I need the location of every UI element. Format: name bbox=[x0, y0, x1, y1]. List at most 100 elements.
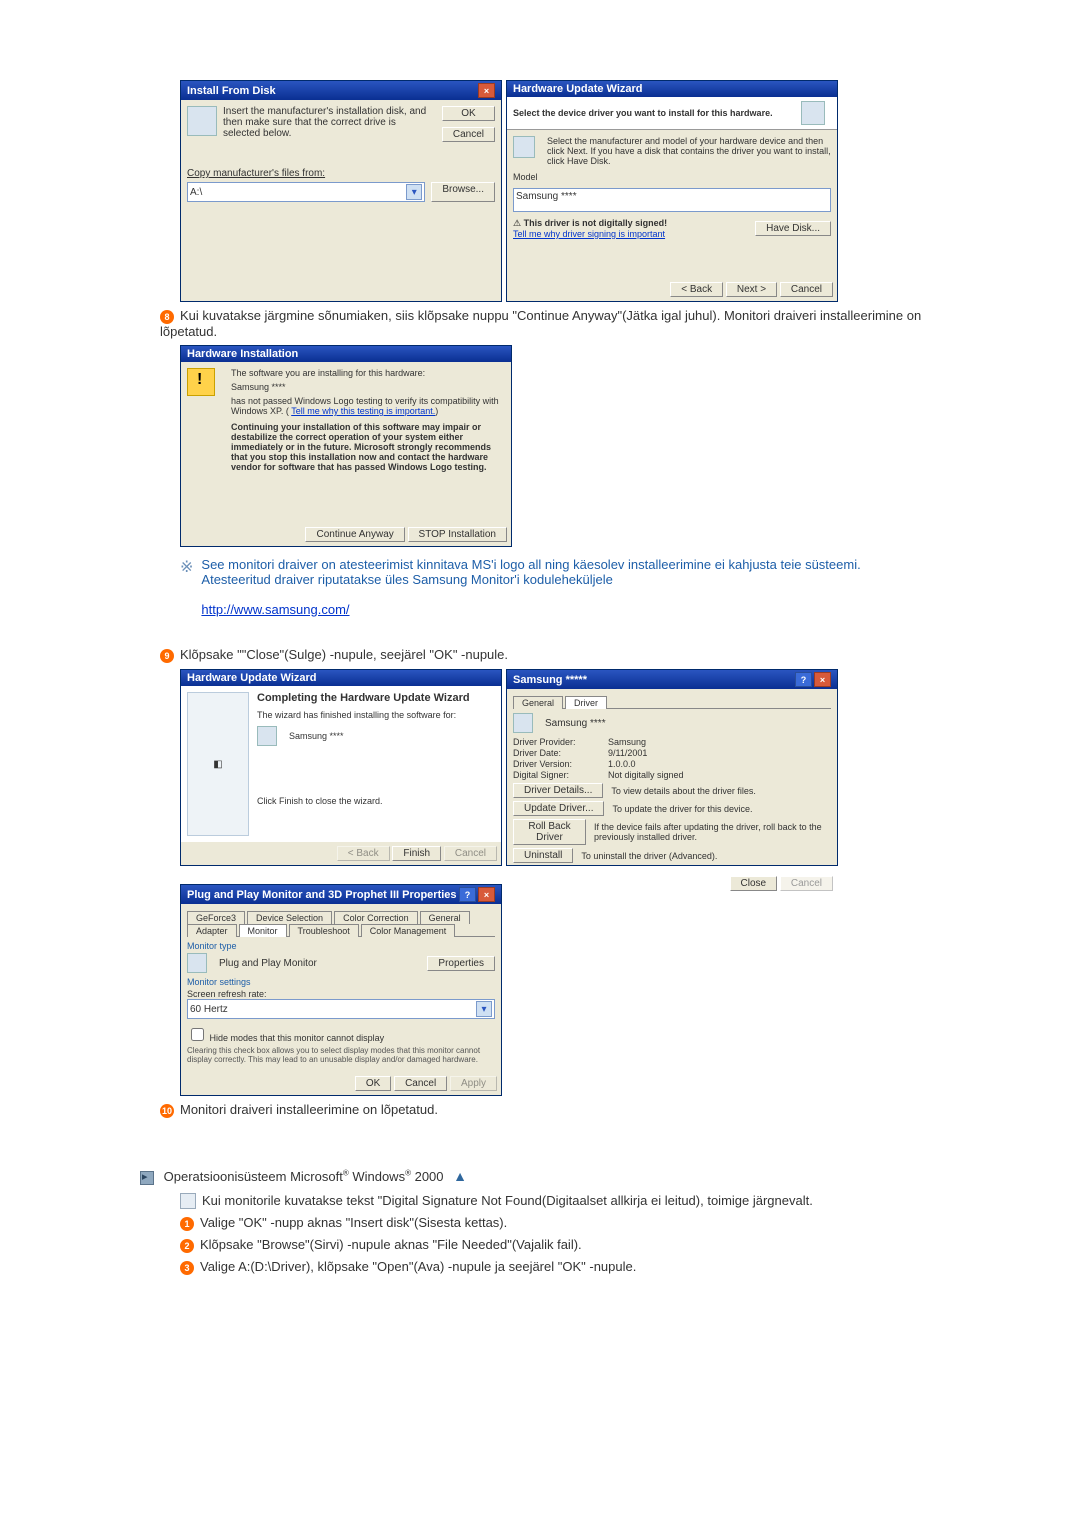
step9-text: Klõpsake ""Close"(Sulge) -nupule, seejär… bbox=[180, 647, 508, 662]
refresh-rate-dropdown[interactable]: 60 Hertz ▾ bbox=[187, 999, 495, 1019]
model-label: Model bbox=[513, 172, 831, 182]
driver-details-button[interactable]: Driver Details... bbox=[513, 783, 603, 798]
properties-button[interactable]: Properties bbox=[427, 956, 495, 971]
close-icon[interactable]: × bbox=[478, 83, 495, 98]
win2000-s3: Valige A:(D:\Driver), klõpsake "Open"(Av… bbox=[200, 1259, 636, 1274]
step-number: 2 bbox=[180, 1239, 194, 1253]
finish-button[interactable]: Finish bbox=[392, 846, 441, 861]
back-button: < Back bbox=[337, 846, 390, 861]
step10-text: Monitori draiveri installeerimine on lõp… bbox=[180, 1102, 438, 1117]
chevron-down-icon: ▾ bbox=[476, 1001, 492, 1017]
tab-driver[interactable]: Driver bbox=[565, 696, 607, 709]
cancel-button[interactable]: Cancel bbox=[394, 1076, 447, 1091]
tab-general[interactable]: General bbox=[420, 911, 470, 924]
hide-modes-label: Hide modes that this monitor cannot disp… bbox=[210, 1033, 385, 1043]
rollback-driver-button[interactable]: Roll Back Driver bbox=[513, 819, 586, 845]
dialog-title: Install From Disk bbox=[187, 85, 276, 97]
tell-why-link[interactable]: Tell me why driver signing is important bbox=[513, 229, 665, 239]
hide-modes-desc: Clearing this check box allows you to se… bbox=[187, 1046, 495, 1064]
tab-monitor[interactable]: Monitor bbox=[239, 924, 287, 937]
dialog-title: Hardware Update Wizard bbox=[513, 83, 643, 95]
win2000-s2: Klõpsake "Browse"(Sirvi) -nupule aknas "… bbox=[200, 1237, 582, 1252]
driver-properties-dialog: Samsung ***** ? × General Driver Samsung… bbox=[506, 669, 838, 866]
tab-troubleshoot[interactable]: Troubleshoot bbox=[289, 924, 359, 937]
tab-geforce3[interactable]: GeForce3 bbox=[187, 911, 245, 924]
click-finish-text: Click Finish to close the wizard. bbox=[257, 796, 495, 806]
install-from-disk-dialog: Install From Disk × Insert the manufactu… bbox=[180, 80, 502, 302]
wizard-complete-device: Samsung **** bbox=[289, 731, 344, 741]
warning-icon bbox=[187, 368, 215, 396]
hw-install-device: Samsung **** bbox=[231, 382, 505, 392]
help-icon[interactable]: ? bbox=[459, 887, 476, 902]
info-icon bbox=[180, 1193, 196, 1209]
dialog-title: Samsung ***** bbox=[513, 674, 587, 686]
win2000-intro: Kui monitorile kuvatakse tekst "Digital … bbox=[202, 1193, 813, 1209]
stop-installation-button[interactable]: STOP Installation bbox=[408, 527, 507, 542]
monitor-type-label: Monitor type bbox=[187, 941, 495, 951]
ok-button[interactable]: OK bbox=[442, 106, 495, 121]
tab-device-selection[interactable]: Device Selection bbox=[247, 911, 332, 924]
device-icon bbox=[801, 101, 825, 125]
cancel-button: Cancel bbox=[444, 846, 497, 861]
cancel-button[interactable]: Cancel bbox=[780, 282, 833, 297]
have-disk-button[interactable]: Have Disk... bbox=[755, 221, 831, 236]
dialog-title: Hardware Update Wizard bbox=[187, 672, 317, 684]
testing-important-link[interactable]: Tell me why this testing is important. bbox=[291, 406, 435, 416]
back-button[interactable]: < Back bbox=[670, 282, 723, 297]
cancel-button[interactable]: Cancel bbox=[442, 127, 495, 142]
update-driver-button[interactable]: Update Driver... bbox=[513, 801, 604, 816]
step-number: 1 bbox=[180, 1217, 194, 1231]
wizard-subtitle: Select the device driver you want to ins… bbox=[513, 108, 773, 118]
monitor-type-value: Plug and Play Monitor bbox=[219, 958, 317, 969]
hw-install-warning: Continuing your installation of this sof… bbox=[231, 422, 505, 472]
os-heading: Operatsioonisüsteem Microsoft® Windows® … bbox=[164, 1169, 448, 1184]
next-button[interactable]: Next > bbox=[726, 282, 777, 297]
samsung-link[interactable]: http://www.samsung.com/ bbox=[201, 602, 349, 617]
step8-text: Kui kuvatakse järgmine sõnumiaken, siis … bbox=[160, 308, 921, 339]
note-mark-icon: ※ bbox=[180, 557, 193, 617]
device-name: Samsung **** bbox=[545, 718, 606, 729]
tab-color-management[interactable]: Color Management bbox=[361, 924, 456, 937]
help-icon[interactable]: ? bbox=[795, 672, 812, 687]
win2000-s1: Valige "OK" -nupp aknas "Insert disk"(Si… bbox=[200, 1215, 507, 1230]
close-button[interactable]: Close bbox=[730, 876, 778, 891]
hw-install-line1: The software you are installing for this… bbox=[231, 368, 505, 378]
monitor-properties-dialog: Plug and Play Monitor and 3D Prophet III… bbox=[180, 884, 502, 1096]
monitor-icon bbox=[257, 726, 277, 746]
step-number: 9 bbox=[160, 649, 174, 663]
note-line2: Atesteeritud draiver riputatakse üles Sa… bbox=[201, 572, 860, 587]
wizard-body: Select the manufacturer and model of you… bbox=[547, 136, 831, 166]
monitor-settings-label: Monitor settings bbox=[187, 977, 495, 987]
hardware-update-wizard-dialog: Hardware Update Wizard Select the device… bbox=[506, 80, 838, 302]
disk-icon bbox=[187, 106, 217, 136]
tab-adapter[interactable]: Adapter bbox=[187, 924, 237, 937]
titlebar: Install From Disk × bbox=[181, 81, 501, 100]
cancel-button: Cancel bbox=[780, 876, 833, 891]
uninstall-button[interactable]: Uninstall bbox=[513, 848, 573, 863]
wizard-complete-heading: Completing the Hardware Update Wizard bbox=[257, 692, 495, 704]
monitor-icon bbox=[513, 713, 533, 733]
copy-from-label: Copy manufacturer's files from: bbox=[187, 168, 495, 179]
continue-anyway-button[interactable]: Continue Anyway bbox=[305, 527, 404, 542]
not-signed-text: This driver is not digitally signed! bbox=[524, 218, 668, 228]
browse-button[interactable]: Browse... bbox=[431, 182, 495, 202]
tab-color-correction[interactable]: Color Correction bbox=[334, 911, 418, 924]
ok-button[interactable]: OK bbox=[355, 1076, 391, 1091]
hide-modes-checkbox[interactable] bbox=[191, 1028, 204, 1041]
tab-general[interactable]: General bbox=[513, 696, 563, 709]
note-line1: See monitori draiver on atesteerimist ki… bbox=[201, 557, 860, 572]
model-list[interactable]: Samsung **** bbox=[513, 188, 831, 212]
step-number: 3 bbox=[180, 1261, 194, 1275]
close-icon[interactable]: × bbox=[814, 672, 831, 687]
titlebar: Hardware Update Wizard bbox=[181, 670, 501, 686]
titlebar: Hardware Installation bbox=[181, 346, 511, 362]
info-icon bbox=[513, 136, 535, 158]
dialog-title: Hardware Installation bbox=[187, 348, 298, 360]
up-triangle-icon[interactable]: ▲ bbox=[453, 1168, 467, 1184]
step-number: 8 bbox=[160, 310, 174, 324]
path-dropdown[interactable]: A:\ ▾ bbox=[187, 182, 425, 202]
refresh-rate-label: Screen refresh rate: bbox=[187, 989, 495, 999]
wizard-complete-sub: The wizard has finished installing the s… bbox=[257, 710, 495, 720]
apply-button: Apply bbox=[450, 1076, 497, 1091]
close-icon[interactable]: × bbox=[478, 887, 495, 902]
